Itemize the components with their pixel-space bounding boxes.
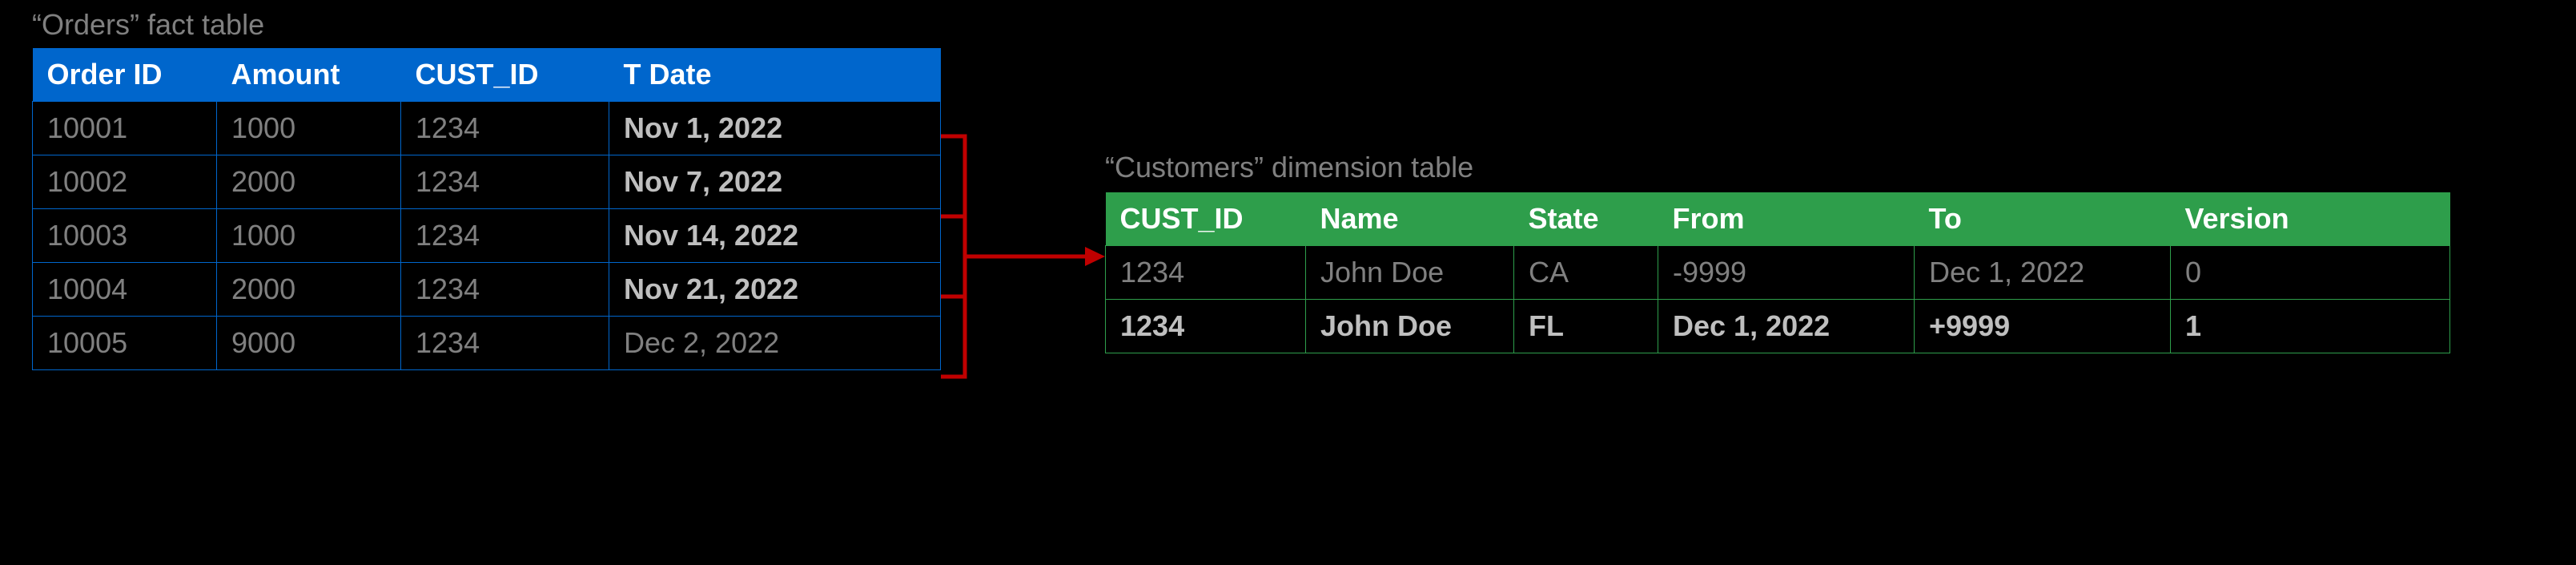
cell-name: John Doe	[1306, 300, 1514, 353]
customers-caption: “Customers” dimension table	[1105, 151, 1473, 184]
cell-name: John Doe	[1306, 246, 1514, 300]
table-row: 1234 John Doe FL Dec 1, 2022 +9999 1	[1106, 300, 2450, 353]
col-amount: Amount	[217, 48, 401, 102]
table-row: 10004 2000 1234 Nov 21, 2022	[33, 263, 941, 317]
col-version: Version	[2171, 192, 2450, 246]
cell-cust-id: 1234	[401, 155, 609, 209]
col-order-id: Order ID	[33, 48, 217, 102]
table-row: 10001 1000 1234 Nov 1, 2022	[33, 102, 941, 155]
cell-cust-id: 1234	[1106, 246, 1306, 300]
cell-version: 1	[2171, 300, 2450, 353]
cell-amount: 9000	[217, 317, 401, 370]
cell-amount: 2000	[217, 155, 401, 209]
table-row: 10005 9000 1234 Dec 2, 2022	[33, 317, 941, 370]
table-row: 10003 1000 1234 Nov 14, 2022	[33, 209, 941, 263]
cell-order-id: 10002	[33, 155, 217, 209]
cell-state: FL	[1514, 300, 1658, 353]
cell-cust-id: 1234	[401, 317, 609, 370]
cell-amount: 1000	[217, 102, 401, 155]
table-row: 10002 2000 1234 Nov 7, 2022	[33, 155, 941, 209]
cell-amount: 2000	[217, 263, 401, 317]
cell-t-date: Nov 7, 2022	[609, 155, 941, 209]
cell-amount: 1000	[217, 209, 401, 263]
cell-order-id: 10003	[33, 209, 217, 263]
relation-arrow-icon	[941, 128, 1105, 433]
cell-t-date: Nov 21, 2022	[609, 263, 941, 317]
cell-order-id: 10005	[33, 317, 217, 370]
cell-from: -9999	[1658, 246, 1915, 300]
col-cust-id: CUST_ID	[401, 48, 609, 102]
col-cust-id: CUST_ID	[1106, 192, 1306, 246]
cell-cust-id: 1234	[401, 102, 609, 155]
cell-to: Dec 1, 2022	[1915, 246, 2171, 300]
cell-t-date: Nov 14, 2022	[609, 209, 941, 263]
cell-from: Dec 1, 2022	[1658, 300, 1915, 353]
cell-t-date: Dec 2, 2022	[609, 317, 941, 370]
cell-cust-id: 1234	[401, 209, 609, 263]
col-from: From	[1658, 192, 1915, 246]
cell-order-id: 10004	[33, 263, 217, 317]
cell-order-id: 10001	[33, 102, 217, 155]
table-header-row: Order ID Amount CUST_ID T Date	[33, 48, 941, 102]
cell-to: +9999	[1915, 300, 2171, 353]
col-state: State	[1514, 192, 1658, 246]
cell-version: 0	[2171, 246, 2450, 300]
table-header-row: CUST_ID Name State From To Version	[1106, 192, 2450, 246]
table-row: 1234 John Doe CA -9999 Dec 1, 2022 0	[1106, 246, 2450, 300]
col-t-date: T Date	[609, 48, 941, 102]
col-to: To	[1915, 192, 2171, 246]
col-name: Name	[1306, 192, 1514, 246]
cell-cust-id: 1234	[401, 263, 609, 317]
cell-cust-id: 1234	[1106, 300, 1306, 353]
orders-caption: “Orders” fact table	[32, 8, 264, 42]
cell-state: CA	[1514, 246, 1658, 300]
orders-fact-table: Order ID Amount CUST_ID T Date 10001 100…	[32, 48, 941, 370]
cell-t-date: Nov 1, 2022	[609, 102, 941, 155]
customers-dimension-table: CUST_ID Name State From To Version 1234 …	[1105, 192, 2450, 353]
